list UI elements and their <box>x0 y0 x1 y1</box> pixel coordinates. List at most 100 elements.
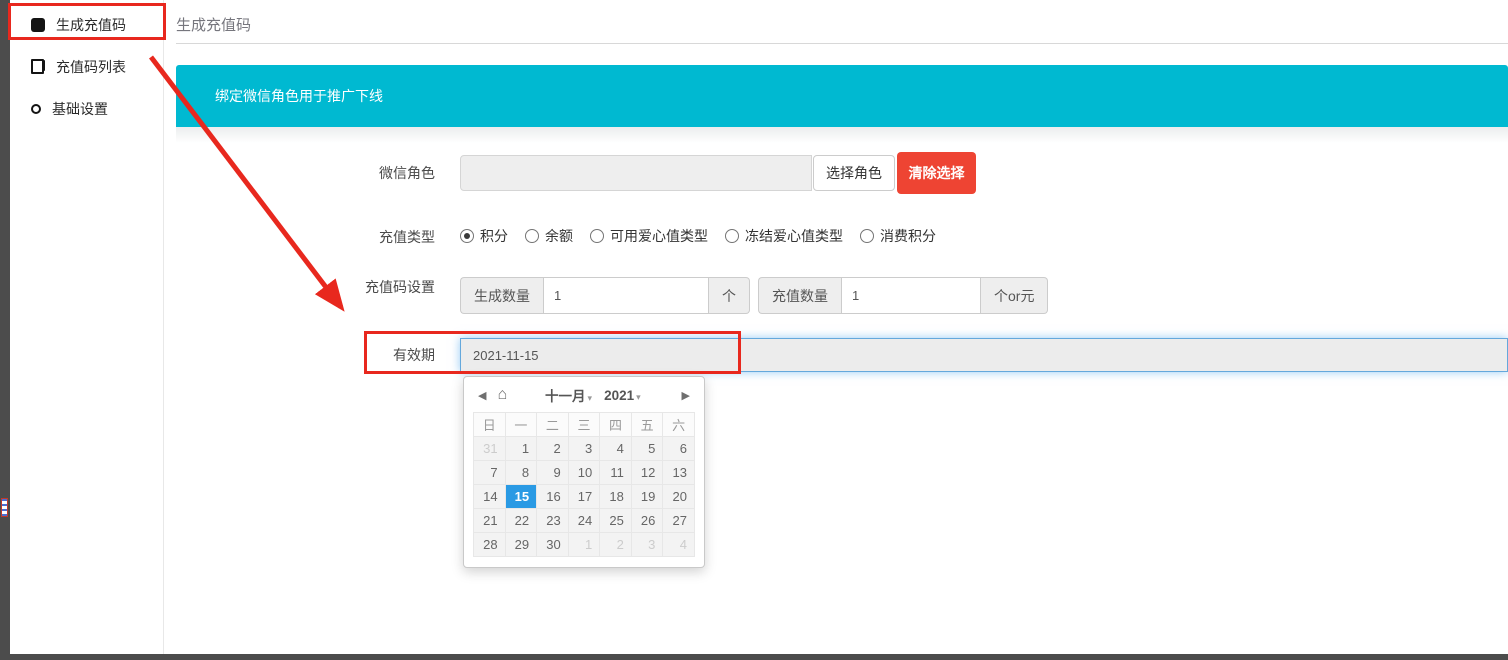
calendar-grid: 日一二三四五六 31123456789101112131415161718192… <box>473 412 695 557</box>
radio-label: 消费积分 <box>880 226 936 246</box>
panel-heading: 绑定微信角色用于推广下线 <box>176 65 1508 127</box>
calendar-day[interactable]: 24 <box>568 509 600 533</box>
calendar-week-row: 14151617181920 <box>474 485 695 509</box>
next-month-icon[interactable]: ▶ <box>679 389 693 402</box>
radio-label: 余额 <box>545 226 573 246</box>
sidebar: 生成充值码充值码列表基础设置 <box>10 0 164 654</box>
calendar-day[interactable]: 18 <box>600 485 632 509</box>
calendar-week-row: 21222324252627 <box>474 509 695 533</box>
weekday-header: 二 <box>537 413 569 437</box>
radio-option[interactable]: 余额 <box>525 226 573 246</box>
input-group-1: 生成数量个 <box>460 277 750 314</box>
sidebar-item-1[interactable]: 生成充值码 <box>10 8 163 42</box>
panel-heading-shadow <box>176 127 1508 143</box>
calendar-day[interactable]: 6 <box>663 437 695 461</box>
quantity-input[interactable] <box>841 277 981 314</box>
calendar-day[interactable]: 22 <box>505 509 537 533</box>
radio-option[interactable]: 积分 <box>460 226 508 246</box>
calendar-day[interactable]: 2 <box>537 437 569 461</box>
calendar-day[interactable]: 31 <box>474 437 506 461</box>
form-row-validity: 有效期 <box>164 338 1508 372</box>
wechat-role-label: 微信角色 <box>164 152 435 194</box>
main-content: 生成充值码 绑定微信角色用于推广下线 微信角色 选择角色 清除选择 充值类型 积… <box>164 0 1508 654</box>
radio-icon <box>460 229 474 243</box>
calendar-week-row: 78910111213 <box>474 461 695 485</box>
calendar-day[interactable]: 28 <box>474 533 506 557</box>
select-role-button[interactable]: 选择角色 <box>813 155 895 191</box>
home-icon[interactable]: ⌂ <box>497 387 507 403</box>
quantity-input[interactable] <box>543 277 709 314</box>
validity-label: 有效期 <box>164 338 435 372</box>
calendar-day[interactable]: 3 <box>631 533 663 557</box>
calendar-day[interactable]: 3 <box>568 437 600 461</box>
circle-icon <box>31 104 41 114</box>
recharge-type-label: 充值类型 <box>164 226 435 248</box>
prev-month-icon[interactable]: ◀ <box>475 389 489 402</box>
calendar-day[interactable]: 11 <box>600 461 632 485</box>
docked-widget-marker <box>1 498 8 517</box>
clear-selection-button[interactable]: 清除选择 <box>897 152 976 194</box>
calendar-day[interactable]: 17 <box>568 485 600 509</box>
datepicker-popup: ◀ ⌂ 十一月▾ 2021▾ ▶ 日一二三四五六 311234567891011… <box>463 376 705 568</box>
page-title: 生成充值码 <box>176 14 251 35</box>
bottom-bar <box>0 654 1508 660</box>
calendar-week-row: 31123456 <box>474 437 695 461</box>
calendar-day[interactable]: 8 <box>505 461 537 485</box>
sidebar-item-label: 生成充值码 <box>56 15 126 35</box>
left-edge-strip <box>0 0 10 660</box>
calendar-day[interactable]: 10 <box>568 461 600 485</box>
year-selector[interactable]: 2021▾ <box>604 388 641 403</box>
calendar-day[interactable]: 27 <box>663 509 695 533</box>
copy-icon <box>31 60 45 74</box>
sidebar-item-3[interactable]: 基础设置 <box>10 92 163 126</box>
code-settings-label: 充值码设置 <box>164 277 435 297</box>
radio-label: 积分 <box>480 226 508 246</box>
calendar-day[interactable]: 7 <box>474 461 506 485</box>
calendar-day[interactable]: 1 <box>568 533 600 557</box>
form-row-code-settings: 充值码设置 生成数量个充值数量 个or元 <box>164 277 1508 317</box>
sidebar-item-label: 基础设置 <box>52 99 108 119</box>
calendar-day[interactable]: 15 <box>505 485 537 509</box>
calendar-day[interactable]: 13 <box>663 461 695 485</box>
radio-icon <box>860 229 874 243</box>
calendar-day[interactable]: 1 <box>505 437 537 461</box>
calendar-day[interactable]: 21 <box>474 509 506 533</box>
chevron-down-icon: ▾ <box>588 393 593 403</box>
calendar-day[interactable]: 5 <box>631 437 663 461</box>
radio-label: 冻结爱心值类型 <box>745 226 843 246</box>
radio-icon <box>590 229 604 243</box>
page: 生成充值码充值码列表基础设置 生成充值码 绑定微信角色用于推广下线 微信角色 选… <box>0 0 1508 660</box>
calendar-day[interactable]: 4 <box>600 437 632 461</box>
radio-option[interactable]: 可用爱心值类型 <box>590 226 708 246</box>
radio-label: 可用爱心值类型 <box>610 226 708 246</box>
calendar-day[interactable]: 26 <box>631 509 663 533</box>
calendar-day[interactable]: 19 <box>631 485 663 509</box>
calendar-day[interactable]: 12 <box>631 461 663 485</box>
input-group-suffix: 个or元 <box>981 277 1048 314</box>
calendar-day[interactable]: 20 <box>663 485 695 509</box>
calendar-day[interactable]: 16 <box>537 485 569 509</box>
calendar-day[interactable]: 29 <box>505 533 537 557</box>
calendar-day[interactable]: 23 <box>537 509 569 533</box>
sidebar-item-2[interactable]: 充值码列表 <box>10 50 163 84</box>
calendar-day[interactable]: 14 <box>474 485 506 509</box>
weekday-header: 五 <box>631 413 663 437</box>
input-group-prefix: 充值数量 <box>758 277 841 314</box>
title-divider <box>176 43 1508 44</box>
wechat-role-input[interactable] <box>460 155 812 191</box>
calendar-day[interactable]: 4 <box>663 533 695 557</box>
weekday-header: 一 <box>505 413 537 437</box>
calendar-day[interactable]: 9 <box>537 461 569 485</box>
radio-option[interactable]: 消费积分 <box>860 226 936 246</box>
validity-date-input[interactable] <box>460 338 1508 372</box>
month-selector[interactable]: 十一月▾ <box>545 385 592 405</box>
calendar-week-row: 2829301234 <box>474 533 695 557</box>
radio-option[interactable]: 冻结爱心值类型 <box>725 226 843 246</box>
calendar-day[interactable]: 30 <box>537 533 569 557</box>
weekday-header: 四 <box>600 413 632 437</box>
calendar-day[interactable]: 25 <box>600 509 632 533</box>
radio-icon <box>725 229 739 243</box>
input-group-2: 充值数量 个or元 <box>758 277 1048 314</box>
weekday-header: 日 <box>474 413 506 437</box>
calendar-day[interactable]: 2 <box>600 533 632 557</box>
